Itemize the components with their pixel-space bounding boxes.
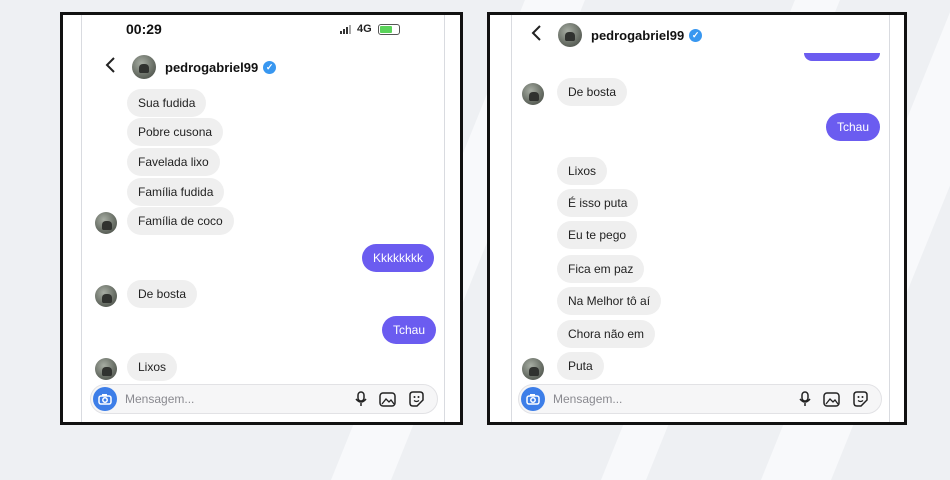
message-received: Lixos <box>127 353 178 381</box>
message-received: De bosta <box>127 280 198 308</box>
message-received: Chora não em <box>557 320 656 348</box>
verified-badge-icon: ✓ <box>263 60 277 74</box>
chat-header: pedrogabriel99 ✓ <box>104 55 277 79</box>
microphone-icon[interactable] <box>799 391 811 407</box>
right-screenshot-frame: pedrogabriel99 ✓ De bosta Tchau Lixos É … <box>487 12 907 425</box>
verified-badge-icon: ✓ <box>689 28 703 42</box>
message-received: Eu te pego <box>557 221 638 249</box>
message-input-bar[interactable]: Mensagem... <box>518 384 882 414</box>
message-received: De bosta <box>557 78 628 106</box>
network-label: 4G <box>357 23 372 35</box>
profile-avatar[interactable] <box>132 55 156 79</box>
sender-avatar <box>95 358 117 380</box>
previous-sent-message-edge <box>804 53 880 61</box>
chat-screen: 00:29 4G pedrogabriel99 ✓ Sua fudida Pob… <box>81 15 445 422</box>
battery-icon <box>377 23 400 35</box>
signal-icon <box>340 24 351 34</box>
message-input-placeholder[interactable]: Mensagem... <box>553 392 799 406</box>
message-sent: Kkkkkkkk <box>362 244 435 272</box>
username[interactable]: pedrogabriel99 <box>165 60 258 75</box>
camera-icon <box>526 394 540 405</box>
gallery-icon[interactable] <box>823 391 840 407</box>
gallery-icon[interactable] <box>379 391 396 407</box>
sender-avatar <box>95 285 117 307</box>
message-received: Sua fudida <box>127 89 207 117</box>
message-received: Pobre cusona <box>127 118 224 146</box>
sender-avatar <box>522 358 544 380</box>
camera-button[interactable] <box>521 387 545 411</box>
message-received: Puta <box>557 352 604 380</box>
message-received: Fica em paz <box>557 255 645 283</box>
message-received: Família de coco <box>127 207 234 235</box>
message-input-bar[interactable]: Mensagem... <box>90 384 438 414</box>
message-sent: Tchau <box>382 316 437 344</box>
message-received: Na Melhor tô aí <box>557 287 662 315</box>
status-indicators: 4G <box>340 23 400 35</box>
message-received: Lixos <box>557 157 608 185</box>
chat-screen: pedrogabriel99 ✓ De bosta Tchau Lixos É … <box>511 15 890 422</box>
microphone-icon[interactable] <box>355 391 367 407</box>
sender-avatar <box>95 212 117 234</box>
back-arrow-icon[interactable] <box>530 24 558 46</box>
chat-header: pedrogabriel99 ✓ <box>530 23 703 47</box>
profile-avatar[interactable] <box>558 23 582 47</box>
back-arrow-icon[interactable] <box>104 56 132 78</box>
sticker-icon[interactable] <box>408 391 425 407</box>
camera-icon <box>98 394 112 405</box>
status-time: 00:29 <box>126 21 162 37</box>
camera-button[interactable] <box>93 387 117 411</box>
message-received: Família fudida <box>127 178 225 206</box>
username[interactable]: pedrogabriel99 <box>591 28 684 43</box>
message-received: Favelada lixo <box>127 148 220 176</box>
message-sent: Tchau <box>826 113 881 141</box>
message-received: É isso puta <box>557 189 639 217</box>
sticker-icon[interactable] <box>852 391 869 407</box>
message-input-placeholder[interactable]: Mensagem... <box>125 392 355 406</box>
left-screenshot-frame: 00:29 4G pedrogabriel99 ✓ Sua fudida Pob… <box>60 12 463 425</box>
sender-avatar <box>522 83 544 105</box>
